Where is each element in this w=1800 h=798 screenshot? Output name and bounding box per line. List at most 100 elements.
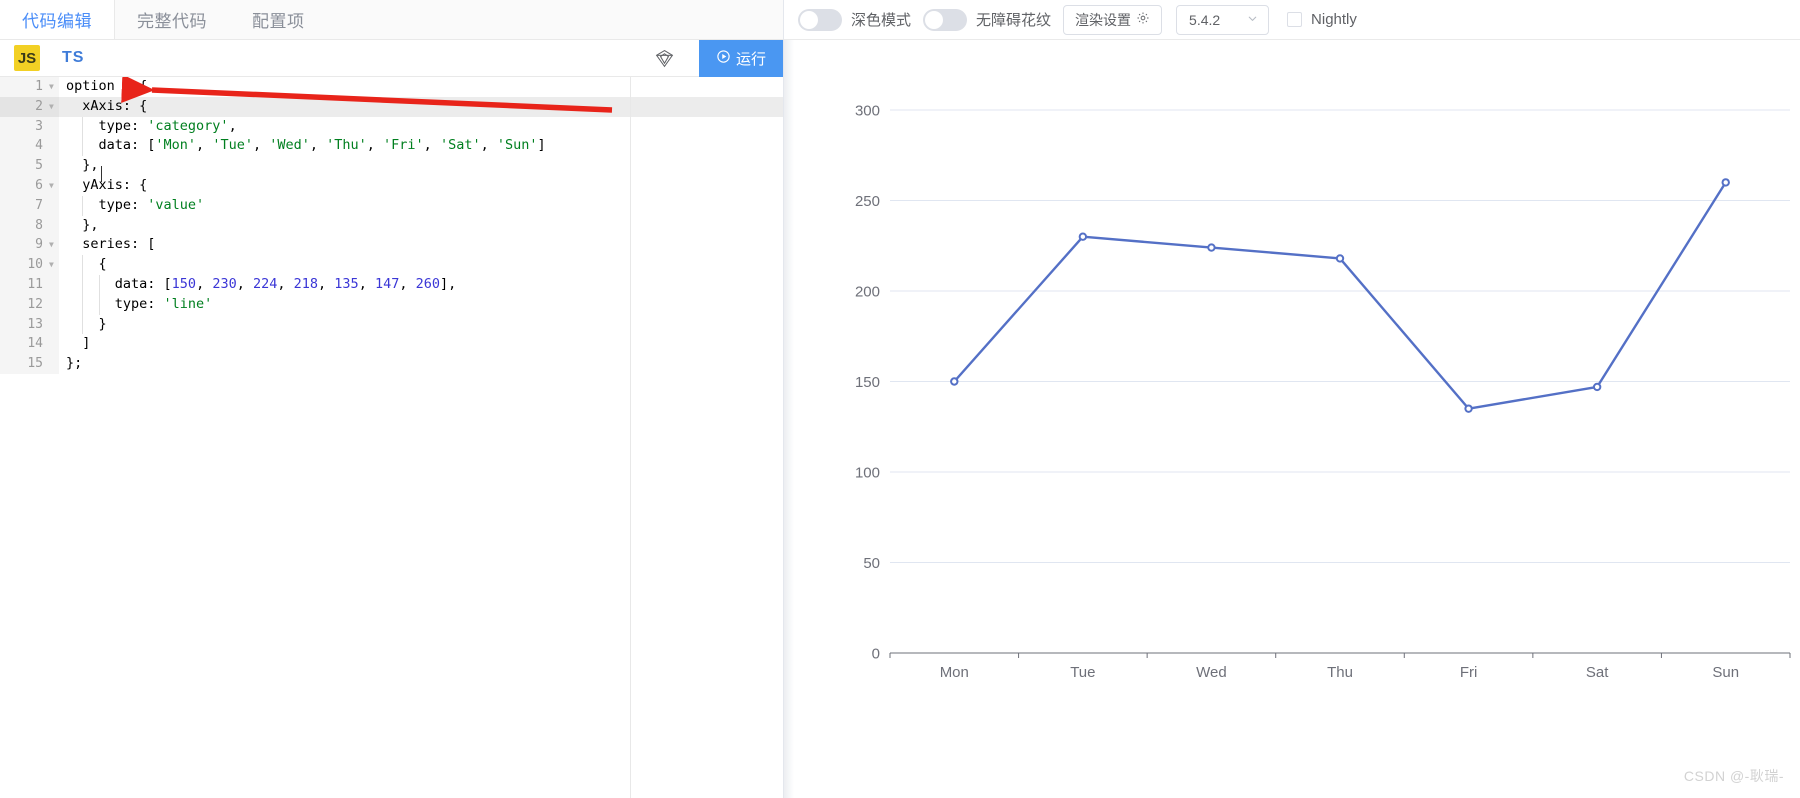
gem-icon[interactable] [655,49,674,68]
code-token: type: [66,295,164,312]
switch-knob [800,10,818,29]
x-axis-tick-label: Wed [1196,664,1227,681]
code-line[interactable]: 3 type: 'category', [0,116,783,137]
line-number: 3 [0,116,47,137]
line-series [953,181,1727,410]
code-token: , [480,137,497,154]
code-token: , [423,137,440,154]
data-point[interactable] [1335,254,1345,263]
fold-spacer [47,274,59,295]
line-number: 13 [0,314,47,335]
render-settings-button[interactable]: 渲染设置 [1063,4,1163,35]
code-line[interactable]: 13 } [0,314,783,335]
indent-guide [82,255,84,275]
code-line[interactable]: 8 }, [0,215,783,236]
chart-preview[interactable]: 0 50 100 150 200 250 300 Mon Tue Wed Thu Fri Sat Sun … [784,40,1800,798]
code-line[interactable]: 9 ▼ series: [ [0,235,783,256]
fold-toggle-icon[interactable]: ▼ [47,235,59,256]
data-point[interactable] [1721,178,1730,187]
x-axis-tick-label: Sat [1586,664,1609,681]
x-axis-tick-label: Mon [940,664,969,681]
code-line[interactable]: 5 }, [0,156,783,176]
version-select[interactable]: 5.4.2 [1176,4,1270,35]
code-text: data: ['Mon', 'Tue', 'Wed', 'Thu', 'Fri'… [59,136,783,157]
code-line[interactable]: 2 ▼ xAxis: { [0,96,783,117]
data-point[interactable] [1207,243,1216,252]
code-token: data: [ [66,137,156,154]
code-line[interactable]: 4 data: ['Mon', 'Tue', 'Wed', 'Thu', 'Fr… [0,136,783,157]
dark-mode-switch[interactable] [798,8,842,31]
indent-guide [98,294,100,315]
indent-guide [82,136,84,157]
tab-label: 配置项 [252,12,305,31]
nightly-label: Nightly [1311,11,1357,28]
code-line[interactable]: 12 type: 'line' [0,294,783,315]
switch-knob [925,10,944,29]
line-number: 10 [0,255,47,275]
tab-label: 代码编辑 [22,12,92,31]
code-token: 'Sun' [496,137,538,154]
code-token: ] [66,335,91,352]
play-circle-icon [716,49,731,68]
dark-mode-label: 深色模式 [851,12,912,29]
line-number: 1 [0,77,47,97]
code-line[interactable]: 14 ] [0,334,783,355]
line-number: 6 [0,175,47,196]
editor-toolbar: JS TS 运行 [0,40,783,77]
line-number: 12 [0,294,47,315]
nightly-checkbox-wrap[interactable]: Nightly [1287,11,1357,28]
fold-spacer [47,195,59,216]
version-value: 5.4.2 [1189,11,1221,28]
x-axis-tick-label: Thu [1327,664,1353,681]
code-line[interactable]: 10 ▼ { [0,255,783,275]
code-line[interactable]: 6 ▼ yAxis: { [0,175,783,196]
code-line[interactable]: 15}; [0,354,783,374]
fold-toggle-icon[interactable]: ▼ [47,77,59,97]
editor-tabbar: 代码编辑 完整代码 配置项 [0,0,783,40]
preview-pane: 深色模式 无障碍花纹 渲染设置 5.4.2 Nightly 0 50 100 1… [784,0,1800,798]
fold-toggle-icon[interactable]: ▼ [47,175,59,196]
code-text: type: 'value' [59,195,783,216]
data-point[interactable] [950,377,959,386]
code-token: }, [66,216,99,233]
code-line[interactable]: 7 type: 'value' [0,195,783,216]
fold-spacer [47,116,59,137]
code-text: }, [59,216,783,236]
y-axis-tick-label: 100 [855,465,880,482]
line-number: 9 [0,235,47,256]
fold-spacer [47,314,59,335]
run-button[interactable]: 运行 [699,40,783,77]
editor-pane: 代码编辑 完整代码 配置项 JS TS 运行 1 ▼ option = {2 … [0,0,784,798]
code-token: 'value' [147,196,205,213]
code-token: , [228,117,237,134]
code-line[interactable]: 11 data: [150, 230, 224, 218, 135, 147, … [0,274,783,295]
nightly-checkbox[interactable] [1287,12,1303,27]
data-point[interactable] [1592,382,1602,392]
y-axis-tick-label: 150 [855,374,880,391]
tab-code-edit[interactable]: 代码编辑 [0,0,115,39]
lang-js-button[interactable]: JS [14,45,40,71]
fold-toggle-icon[interactable]: ▼ [47,96,59,117]
render-settings-label: 渲染设置 [1075,11,1132,28]
accessibility-pattern-switch[interactable] [923,8,968,31]
fold-toggle-icon[interactable]: ▼ [47,255,59,275]
code-editor[interactable]: 1 ▼ option = {2 ▼ xAxis: {3 type: 'category… [0,77,783,798]
line-number: 4 [0,136,47,157]
code-token: 'Thu' [326,137,367,154]
tab-config-options[interactable]: 配置项 [230,0,328,39]
tab-full-code[interactable]: 完整代码 [115,0,230,39]
indent-guide [82,116,84,137]
code-lines: 1 ▼ option = {2 ▼ xAxis: {3 type: 'category… [0,77,783,374]
line-number: 11 [0,274,47,295]
data-point[interactable] [1078,232,1088,241]
code-token: yAxis: { [66,176,148,193]
y-axis-tick-label: 50 [863,555,880,572]
code-token: 'line' [163,295,213,312]
data-point[interactable] [1464,404,1473,413]
code-text: } [59,314,783,335]
lang-ts-button[interactable]: TS [62,49,84,67]
code-line[interactable]: 1 ▼ option = { [0,77,783,97]
line-number: 15 [0,354,47,374]
line-number: 5 [0,156,47,176]
text-caret [101,166,102,182]
